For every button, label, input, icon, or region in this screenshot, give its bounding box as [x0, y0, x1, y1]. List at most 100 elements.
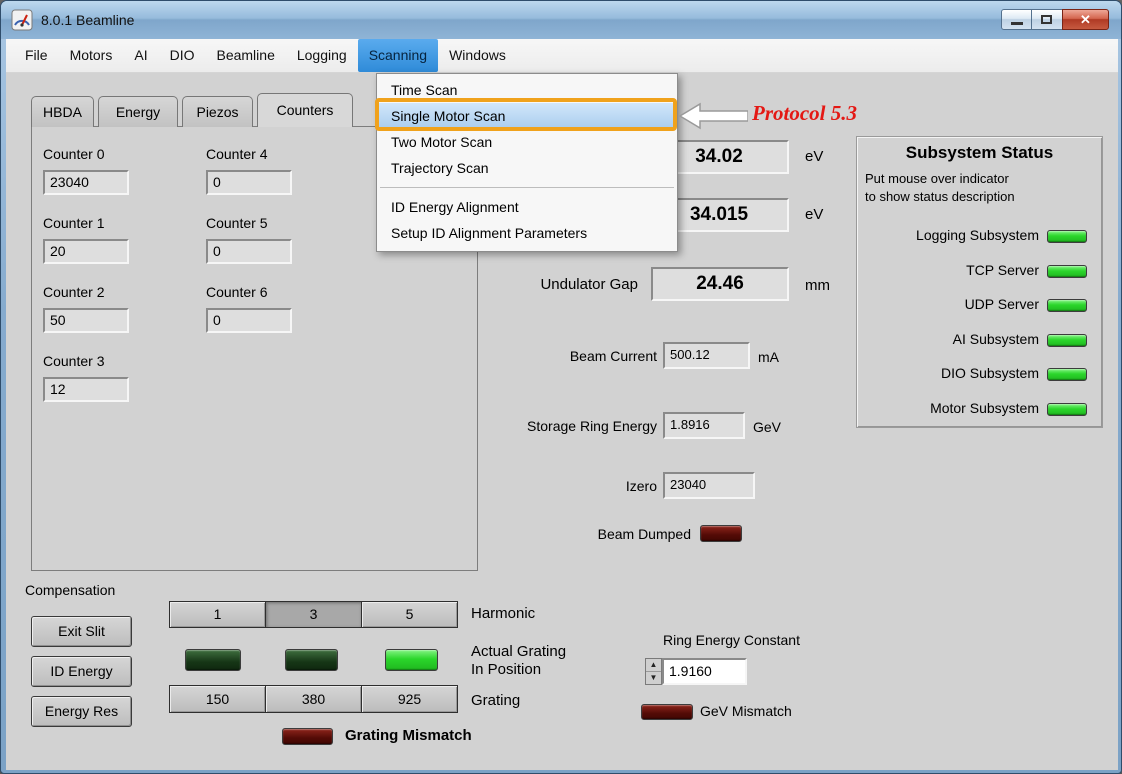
subsystem-status-hint-2: to show status description: [865, 189, 1015, 204]
counter-0-label: Counter 0: [43, 146, 104, 162]
menu-beamline[interactable]: Beamline: [205, 39, 285, 72]
gev-mismatch-label: GeV Mismatch: [700, 703, 792, 719]
beam-dumped-led: [700, 525, 742, 542]
counter-4-label: Counter 4: [206, 146, 267, 162]
beam-current-label: Beam Current: [553, 348, 657, 364]
undulator-gap-label: Undulator Gap: [506, 276, 638, 293]
counter-1-value: 20: [43, 239, 129, 264]
harmonic-option-1[interactable]: 1: [170, 602, 266, 627]
beam-current-unit: mA: [758, 349, 779, 365]
close-icon: ✕: [1080, 12, 1091, 27]
annotation-protocol-label: Protocol 5.3: [752, 101, 857, 126]
ring-energy-constant-label: Ring Energy Constant: [663, 632, 800, 648]
exit-slit-button[interactable]: Exit Slit: [31, 616, 132, 647]
harmonic-option-5[interactable]: 5: [362, 602, 457, 627]
izero-value: 23040: [663, 472, 755, 499]
grating-label: Grating: [471, 692, 520, 709]
grating-mismatch-label: Grating Mismatch: [345, 727, 472, 744]
counter-1-label: Counter 1: [43, 215, 104, 231]
status-dio-led: [1047, 368, 1087, 381]
menu-logging[interactable]: Logging: [286, 39, 358, 72]
counter-5-label: Counter 5: [206, 215, 267, 231]
menu-windows[interactable]: Windows: [438, 39, 517, 72]
tab-energy[interactable]: Energy: [98, 96, 178, 127]
tab-piezos[interactable]: Piezos: [182, 96, 253, 127]
status-tcp-led: [1047, 265, 1087, 278]
tab-hbda[interactable]: HBDA: [31, 96, 94, 127]
grating-380-led: [285, 649, 338, 671]
ring-energy-constant-stepper[interactable]: ▲ ▼: [645, 658, 662, 685]
storage-ring-energy-label: Storage Ring Energy: [500, 418, 657, 434]
window-title: 8.0.1 Beamline: [41, 12, 134, 28]
subsystem-status-title: Subsystem Status: [856, 143, 1103, 163]
beam-current-value: 500.12: [663, 342, 750, 369]
menu-dio[interactable]: DIO: [159, 39, 206, 72]
decrement-icon[interactable]: ▼: [646, 672, 661, 684]
annotation-arrow-icon: [678, 102, 748, 135]
menu-file[interactable]: File: [14, 39, 59, 72]
ring-energy-constant-input[interactable]: 1.9160: [662, 658, 747, 685]
caption-buttons: ✕: [1001, 9, 1109, 30]
status-ai-label: AI Subsystem: [854, 331, 1039, 347]
energy-readout-2-unit: eV: [805, 206, 823, 223]
menu-scanning[interactable]: Scanning: [358, 39, 438, 72]
status-motor-led: [1047, 403, 1087, 416]
status-udp-label: UDP Server: [854, 296, 1039, 312]
counter-2-value: 50: [43, 308, 129, 333]
minimize-button[interactable]: [1001, 9, 1032, 30]
compensation-label: Compensation: [25, 582, 115, 598]
harmonic-option-3[interactable]: 3: [266, 602, 362, 627]
menu-ai[interactable]: AI: [123, 39, 158, 72]
maximize-icon: [1041, 15, 1052, 24]
status-motor-label: Motor Subsystem: [854, 400, 1039, 416]
harmonic-selector: 1 3 5: [169, 601, 458, 628]
counter-5-value: 0: [206, 239, 292, 264]
menu-motors[interactable]: Motors: [59, 39, 124, 72]
grating-option-925[interactable]: 925: [362, 686, 457, 712]
counter-6-label: Counter 6: [206, 284, 267, 300]
status-logging-label: Logging Subsystem: [854, 227, 1039, 243]
menu-item-id-energy-alignment[interactable]: ID Energy Alignment: [378, 194, 676, 220]
storage-ring-energy-unit: GeV: [753, 419, 781, 435]
actual-grating-label-line1: Actual Grating: [471, 643, 566, 660]
minimize-icon: [1011, 22, 1023, 25]
grating-option-150[interactable]: 150: [170, 686, 266, 712]
harmonic-label: Harmonic: [471, 605, 535, 622]
app-icon: [11, 9, 33, 31]
status-tcp-label: TCP Server: [854, 262, 1039, 278]
grating-mismatch-led: [282, 728, 333, 745]
menu-item-two-motor-scan[interactable]: Two Motor Scan: [378, 129, 676, 155]
energy-readout-1-unit: eV: [805, 148, 823, 165]
subsystem-status-hint-1: Put mouse over indicator: [865, 171, 1009, 186]
annotation-highlight-box: [375, 98, 677, 131]
izero-label: Izero: [622, 478, 657, 494]
energy-res-button[interactable]: Energy Res: [31, 696, 132, 727]
actual-grating-label-line2: In Position: [471, 661, 541, 678]
status-dio-label: DIO Subsystem: [854, 365, 1039, 381]
undulator-gap-value: 24.46: [651, 267, 789, 301]
grating-925-led: [385, 649, 438, 671]
increment-icon[interactable]: ▲: [646, 659, 661, 672]
counter-4-value: 0: [206, 170, 292, 195]
grating-150-led: [185, 649, 241, 671]
id-energy-button[interactable]: ID Energy: [31, 656, 132, 687]
menu-separator: [380, 187, 674, 188]
app-window: 8.0.1 Beamline ✕ File Motors AI DIO Beam…: [0, 0, 1122, 774]
counter-6-value: 0: [206, 308, 292, 333]
counter-2-label: Counter 2: [43, 284, 104, 300]
titlebar: 8.0.1 Beamline ✕: [1, 1, 1122, 39]
menu-item-setup-id-alignment[interactable]: Setup ID Alignment Parameters: [378, 220, 676, 246]
menu-bar: File Motors AI DIO Beamline Logging Scan…: [6, 39, 1118, 73]
counter-3-value: 12: [43, 377, 129, 402]
close-button[interactable]: ✕: [1062, 9, 1109, 30]
grating-selector: 150 380 925: [169, 685, 458, 713]
counter-3-label: Counter 3: [43, 353, 104, 369]
menu-item-trajectory-scan[interactable]: Trajectory Scan: [378, 155, 676, 181]
maximize-button[interactable]: [1032, 9, 1062, 30]
status-udp-led: [1047, 299, 1087, 312]
grating-option-380[interactable]: 380: [266, 686, 362, 712]
gev-mismatch-led: [641, 704, 693, 720]
status-logging-led: [1047, 230, 1087, 243]
tab-counters[interactable]: Counters: [257, 93, 353, 127]
counter-0-value: 23040: [43, 170, 129, 195]
